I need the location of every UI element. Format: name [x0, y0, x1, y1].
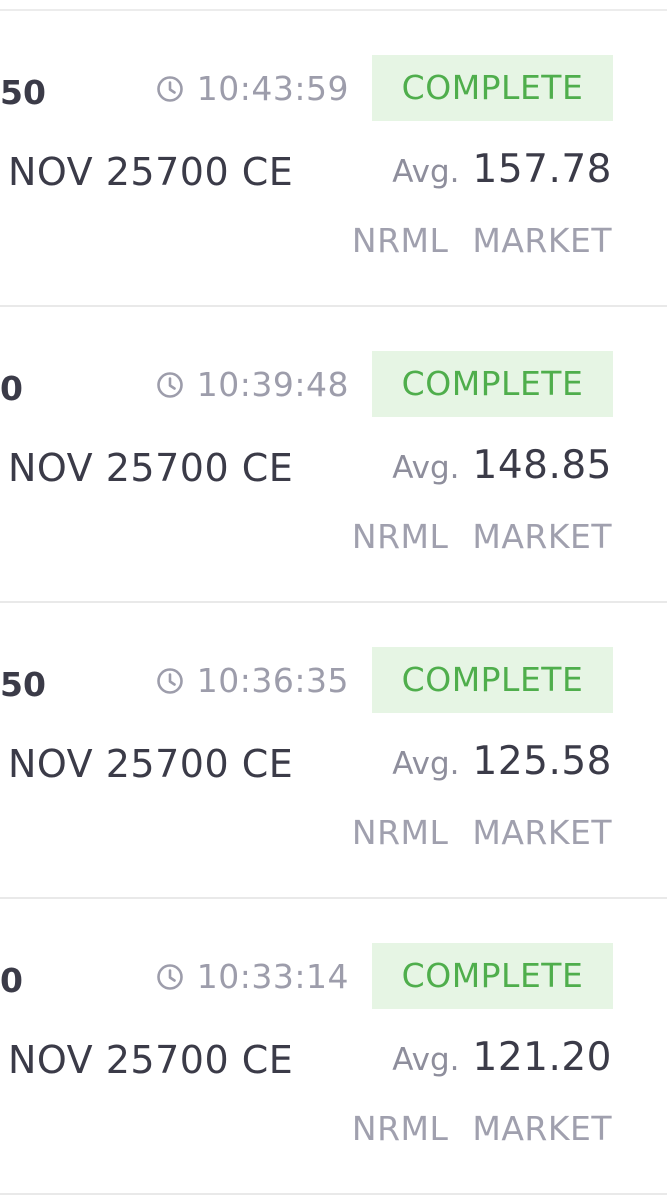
- avg-value: 157.78: [472, 147, 612, 192]
- order-qty-fragment: 0: [0, 961, 23, 1000]
- instrument-name: NOV 25700 CE: [8, 446, 294, 490]
- clock-icon: [156, 963, 184, 991]
- orders-list: 50 10:43:59 COMPLETE NOV 25700 CE Avg. 1…: [0, 11, 667, 1195]
- order-time: 10:33:14: [156, 957, 349, 997]
- avg-value: 125.58: [472, 739, 612, 784]
- avg-label: Avg.: [392, 1042, 460, 1078]
- clock-icon: [156, 371, 184, 399]
- top-divider: [0, 0, 667, 11]
- order-type: MARKET: [472, 517, 612, 556]
- order-meta: NRML MARKET: [352, 1109, 612, 1148]
- order-time-text: 10:33:14: [196, 957, 349, 996]
- instrument-name: NOV 25700 CE: [8, 742, 294, 786]
- product-type: NRML: [351, 813, 449, 852]
- status-badge: COMPLETE: [372, 55, 613, 121]
- order-qty-fragment: 50: [0, 73, 46, 112]
- avg-price: Avg. 121.20: [392, 1035, 612, 1080]
- avg-price: Avg. 157.78: [392, 147, 612, 192]
- status-badge: COMPLETE: [372, 351, 613, 417]
- order-time-text: 10:39:48: [196, 365, 349, 404]
- status-badge: COMPLETE: [372, 943, 613, 1009]
- clock-icon: [156, 75, 184, 103]
- order-row[interactable]: 0 10:39:48 COMPLETE NOV 25700 CE Avg. 14…: [0, 307, 667, 603]
- product-type: NRML: [351, 221, 449, 260]
- order-time-text: 10:43:59: [196, 69, 349, 108]
- clock-icon: [156, 667, 184, 695]
- order-qty-fragment: 50: [0, 665, 46, 704]
- instrument-name: NOV 25700 CE: [8, 1038, 294, 1082]
- order-type: MARKET: [472, 1109, 612, 1148]
- order-meta: NRML MARKET: [352, 221, 612, 260]
- order-row[interactable]: 0 10:33:14 COMPLETE NOV 25700 CE Avg. 12…: [0, 899, 667, 1195]
- avg-value: 121.20: [472, 1035, 612, 1080]
- orders-screen: 50 10:43:59 COMPLETE NOV 25700 CE Avg. 1…: [0, 0, 667, 1200]
- order-time-text: 10:36:35: [196, 661, 349, 700]
- instrument-name: NOV 25700 CE: [8, 150, 294, 194]
- avg-price: Avg. 148.85: [392, 443, 612, 488]
- order-type: MARKET: [472, 813, 612, 852]
- avg-label: Avg.: [392, 746, 460, 782]
- order-row[interactable]: 50 10:36:35 COMPLETE NOV 25700 CE Avg. 1…: [0, 603, 667, 899]
- order-qty-fragment: 0: [0, 369, 23, 408]
- avg-label: Avg.: [392, 450, 460, 486]
- order-time: 10:36:35: [156, 661, 349, 701]
- order-meta: NRML MARKET: [352, 517, 612, 556]
- order-type: MARKET: [472, 221, 612, 260]
- avg-price: Avg. 125.58: [392, 739, 612, 784]
- order-row[interactable]: 50 10:43:59 COMPLETE NOV 25700 CE Avg. 1…: [0, 11, 667, 307]
- order-time: 10:43:59: [156, 69, 349, 109]
- product-type: NRML: [351, 517, 449, 556]
- avg-label: Avg.: [392, 154, 460, 190]
- product-type: NRML: [351, 1109, 449, 1148]
- order-meta: NRML MARKET: [352, 813, 612, 852]
- status-badge: COMPLETE: [372, 647, 613, 713]
- order-time: 10:39:48: [156, 365, 349, 405]
- avg-value: 148.85: [472, 443, 612, 488]
